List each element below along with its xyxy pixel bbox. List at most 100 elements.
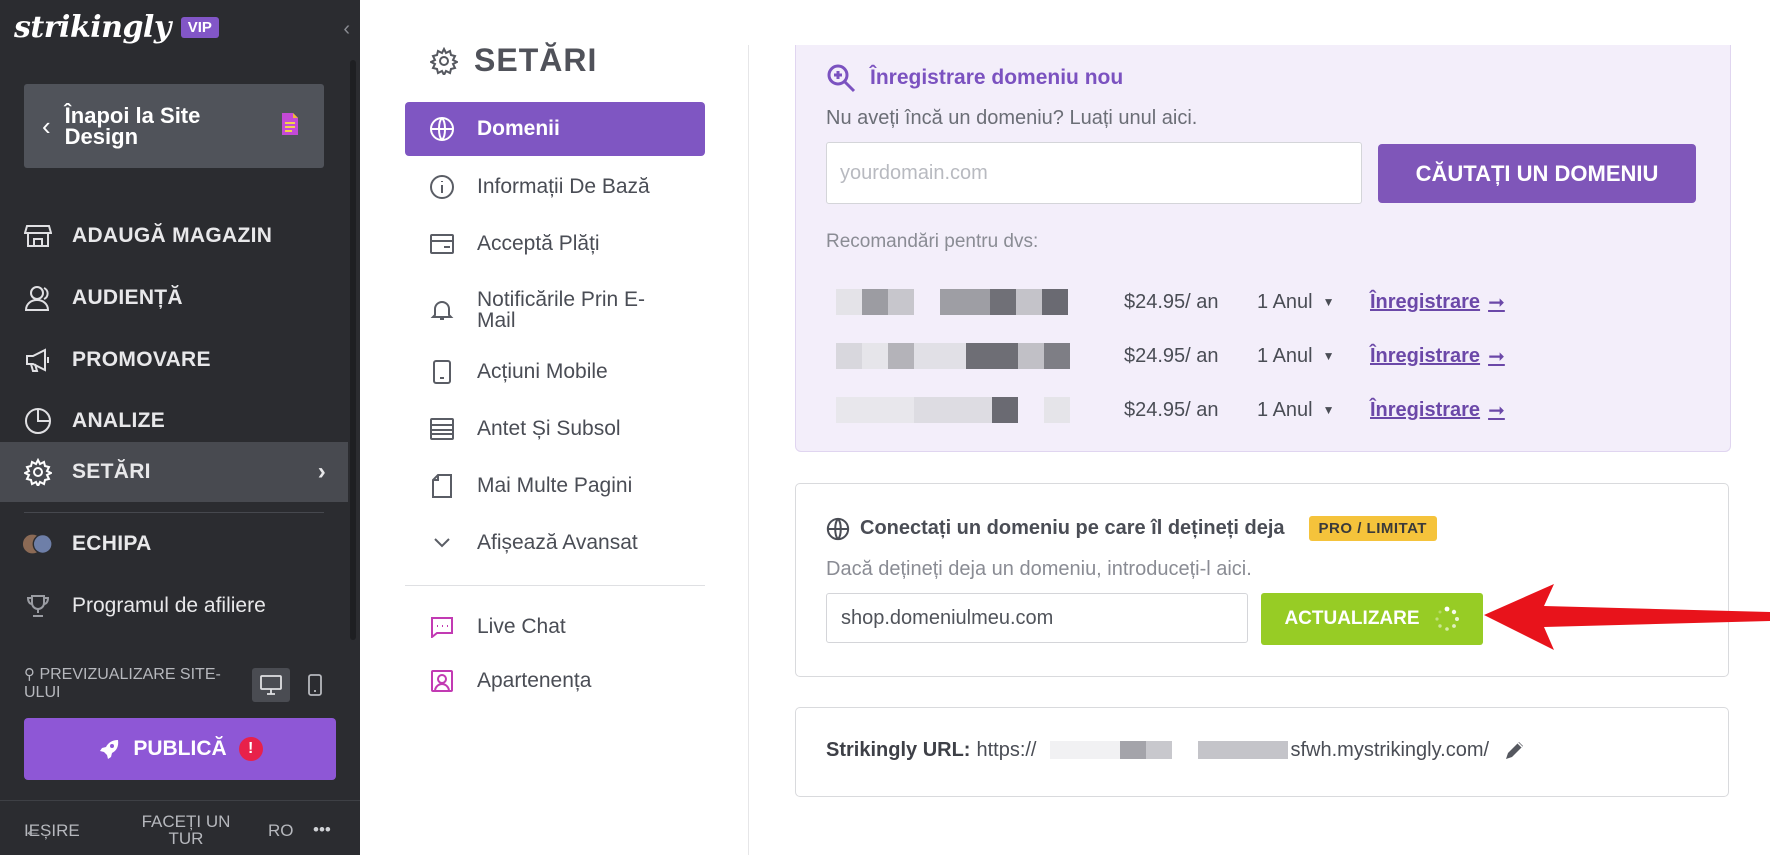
connect-domain-heading: Conectați un domeniu pe care îl dețineți…	[826, 516, 1437, 541]
arrow-right-icon: ➞	[1488, 345, 1505, 368]
redacted-subdomain	[1038, 739, 1289, 761]
info-icon	[427, 174, 457, 200]
sidebar-footer: ← IEȘIRE FACEȚI UN TUR RO •••	[0, 800, 360, 856]
caret-down-icon: ▼	[1322, 349, 1335, 363]
settings-item-label: Apartenența	[477, 669, 592, 692]
megaphone-icon	[22, 344, 54, 376]
sidebar-item-settings[interactable]: SETĂRI ›	[0, 442, 348, 502]
sidebar-item-team[interactable]: ECHIPA	[0, 514, 348, 574]
settings-item-payments[interactable]: Acceptă Plăți	[405, 217, 705, 271]
team-avatars-icon	[22, 528, 54, 560]
sidebar-item-label: SETĂRI	[72, 460, 151, 483]
arrow-right-icon: ➞	[1488, 291, 1505, 314]
sidebar-item-label: ECHIPA	[72, 532, 152, 555]
caret-down-icon: ▼	[1322, 403, 1335, 417]
sidebar-item-add-store[interactable]: ADAUGĂ MAGAZIN	[0, 206, 348, 266]
redacted-domain-name	[836, 397, 1076, 423]
sidebar-divider	[24, 512, 324, 513]
sidebar-item-promote[interactable]: PROMOVARE	[0, 330, 348, 390]
sidebar-item-audience[interactable]: AUDIENȚĂ	[0, 268, 348, 328]
wallet-icon	[427, 233, 457, 255]
mobile-preview-button[interactable]	[296, 668, 334, 702]
logo-text: strikingly	[14, 10, 171, 45]
settings-item-label: Acceptă Plăți	[477, 232, 600, 255]
mobile-icon	[308, 674, 322, 696]
register-domain-subtitle: Nu aveți încă un domeniu? Luați unul aic…	[826, 107, 1198, 129]
register-link[interactable]: Înregistrare ➞	[1370, 290, 1505, 315]
term-dropdown[interactable]: 1 Anul ▼	[1257, 291, 1335, 314]
recommendation-price: $24.95/ an	[1124, 398, 1219, 421]
update-button[interactable]: ACTUALIZARE	[1261, 593, 1483, 645]
sidebar-item-affiliate[interactable]: Programul de afiliere	[0, 576, 348, 636]
settings-item-label: Afișează Avansat	[477, 531, 638, 554]
search-domain-button[interactable]: CĂUTAȚI UN DOMENIU	[1378, 144, 1696, 203]
settings-item-more-pages[interactable]: Mai Multe Pagini	[405, 459, 705, 513]
settings-item-membership[interactable]: Apartenența	[405, 654, 705, 708]
language-selector[interactable]: RO	[268, 821, 294, 841]
collapse-sidebar-icon[interactable]: ‹	[343, 18, 350, 41]
audience-icon	[22, 282, 54, 314]
brand-logo[interactable]: strikingly VIP	[14, 10, 219, 45]
custom-domain-input[interactable]: shop.domeniulmeu.com	[826, 593, 1248, 643]
recommendation-price: $24.95/ an	[1124, 344, 1219, 367]
sidebar-scrollbar[interactable]	[350, 60, 356, 640]
term-dropdown[interactable]: 1 Anul ▼	[1257, 345, 1335, 368]
settings-item-mobile-actions[interactable]: Acțiuni Mobile	[405, 345, 705, 399]
recommendations-label: Recomandări pentru dvs:	[826, 231, 1039, 252]
settings-item-label: Antet Și Subsol	[477, 417, 621, 440]
settings-item-show-advanced[interactable]: Afișează Avansat	[405, 516, 705, 570]
settings-item-label: Domenii	[477, 117, 560, 140]
globe-icon	[427, 116, 457, 142]
pencil-edit-icon[interactable]	[1503, 738, 1527, 762]
panel-divider	[748, 45, 749, 855]
recommendation-price: $24.95/ an	[1124, 290, 1219, 313]
settings-item-email-notifications[interactable]: Notificările Prin E-Mail	[405, 280, 705, 340]
term-dropdown[interactable]: 1 Anul ▼	[1257, 399, 1335, 422]
register-domain-heading: Înregistrare domeniu nou	[826, 63, 1123, 93]
register-link[interactable]: Înregistrare ➞	[1370, 344, 1505, 369]
vip-badge: VIP	[180, 17, 219, 38]
membership-icon	[427, 669, 457, 693]
gear-icon	[430, 46, 458, 75]
layout-icon	[427, 418, 457, 440]
settings-item-basic-info[interactable]: Informații De Bază	[405, 160, 705, 214]
rocket-icon	[100, 740, 119, 759]
app-sidebar: strikingly VIP ‹ ‹ Înapoi la Site Design…	[0, 0, 360, 855]
mobile-icon	[427, 360, 457, 384]
more-options-icon[interactable]: •••	[313, 820, 331, 840]
back-label: Înapoi la Site Design	[64, 103, 201, 149]
site-preview-label: ⚲ PREVIZUALIZARE SITE-ULUI	[24, 666, 221, 701]
settings-item-label: Live Chat	[477, 615, 566, 638]
settings-divider	[405, 585, 705, 586]
take-tour-button[interactable]: FACEȚI UN TUR	[136, 813, 236, 847]
annotation-arrow	[1484, 584, 1770, 650]
register-domain-card: Înregistrare domeniu nou Nu aveți încă u…	[795, 45, 1731, 452]
store-icon	[22, 220, 54, 252]
settings-menu: SETĂRI Domenii Informații De Bază Accept…	[360, 0, 750, 855]
settings-item-header-footer[interactable]: Antet Și Subsol	[405, 402, 705, 456]
pages-icon	[427, 474, 457, 498]
publish-button[interactable]: PUBLICĂ !	[24, 718, 336, 780]
settings-item-label: Mai Multe Pagini	[477, 474, 633, 497]
back-to-site-design-button[interactable]: ‹ Înapoi la Site Design	[24, 84, 324, 168]
settings-item-live-chat[interactable]: Live Chat	[405, 600, 705, 654]
sidebar-item-label: ADAUGĂ MAGAZIN	[72, 224, 273, 247]
alert-icon: !	[238, 737, 263, 761]
settings-item-domains[interactable]: Domenii	[405, 102, 705, 156]
settings-item-label: Informații De Bază	[477, 175, 650, 198]
loading-spinner-icon	[1434, 606, 1459, 631]
arrow-right-icon: ➞	[1488, 399, 1505, 422]
recommendation-row: $24.95/ an 1 Anul ▼ Înregistrare ➞	[826, 336, 1706, 376]
desktop-preview-button[interactable]	[252, 668, 290, 702]
zoom-in-icon	[827, 64, 856, 93]
domain-search-input[interactable]: yourdomain.com	[826, 142, 1362, 204]
globe-icon	[826, 517, 850, 540]
trophy-icon	[22, 590, 54, 622]
recommendation-row: $24.95/ an 1 Anul ▼ Înregistrare ➞	[826, 390, 1706, 430]
desktop-icon	[260, 675, 282, 695]
caret-down-icon: ▼	[1322, 295, 1335, 309]
recommendation-row: $24.95/ an 1 Anul ▼ Înregistrare ➞	[826, 282, 1706, 322]
register-link[interactable]: Înregistrare ➞	[1370, 398, 1505, 423]
url-label: Strikingly URL:	[826, 738, 971, 761]
settings-title: SETĂRI	[430, 42, 597, 79]
